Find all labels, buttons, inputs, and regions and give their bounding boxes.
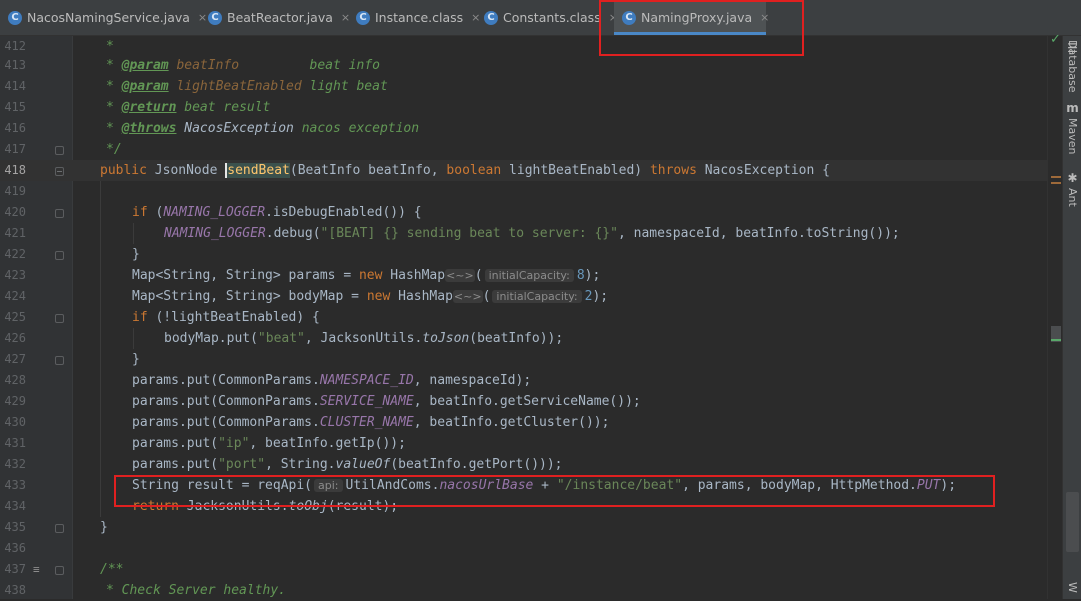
indent-guide (133, 223, 134, 244)
tool-maven[interactable]: Maven (1065, 118, 1079, 154)
fold-marker[interactable] (55, 251, 64, 260)
scroll-position-indicator (1066, 492, 1079, 552)
code-line: */ (106, 142, 122, 157)
editor-scrollbar[interactable] (1047, 36, 1063, 599)
line-number: 412 (4, 39, 26, 53)
indent-guide (100, 181, 101, 517)
line-number: 435 (4, 520, 26, 534)
tab-label: BeatReactor.java (227, 10, 333, 25)
line-number: 421 (4, 226, 26, 240)
inspection-ok-icon[interactable]: ✓ (1050, 32, 1061, 47)
code-line: bodyMap.put("beat", JacksonUtils.toJson(… (164, 331, 564, 346)
editor-tab-bar: C NacosNamingService.java × C BeatReacto… (0, 0, 1081, 36)
code-line: params.put(CommonParams.CLUSTER_NAME, be… (132, 415, 610, 430)
class-icon: C (484, 10, 498, 25)
line-number: 418 (4, 163, 26, 177)
code-line: Map<String, String> params = new HashMap… (132, 268, 601, 283)
code-line: /** (100, 562, 124, 577)
line-number: 419 (4, 184, 26, 198)
code-line: params.put(CommonParams.SERVICE_NAME, be… (132, 394, 641, 409)
line-number: 429 (4, 394, 26, 408)
tool-extra[interactable]: W (1065, 582, 1079, 593)
line-number: 422 (4, 247, 26, 261)
code-line-current: public JsonNode sendBeat(BeatInfo beatIn… (100, 163, 830, 178)
line-number: 427 (4, 352, 26, 366)
maven-icon: m (1066, 101, 1079, 115)
line-number: 425 (4, 310, 26, 324)
tab-instance-class[interactable]: C Instance.class × (348, 0, 480, 35)
line-number: 426 (4, 331, 26, 345)
line-number: 420 (4, 205, 26, 219)
code-line: * @param beatInfo beat info (106, 58, 380, 73)
tab-label: NacosNamingService.java (27, 10, 190, 25)
ant-icon: ✱ (1067, 171, 1078, 185)
line-number: 413 (4, 58, 26, 72)
line-number: 433 (4, 478, 26, 492)
tab-nacos-naming-service[interactable]: C NacosNamingService.java × (0, 0, 207, 35)
tab-constants-class[interactable]: C Constants.class × (476, 0, 618, 35)
code-line: params.put("port", String.valueOf(beatIn… (132, 457, 563, 472)
class-icon: C (356, 10, 370, 25)
fold-marker[interactable] (55, 146, 64, 155)
class-icon: C (208, 10, 222, 25)
gutter-separator (72, 36, 73, 599)
tab-beat-reactor[interactable]: C BeatReactor.java × (200, 0, 350, 35)
line-number: 438 (4, 583, 26, 597)
indent-guide (133, 328, 134, 349)
line-number: 416 (4, 121, 26, 135)
tool-ant[interactable]: Ant (1065, 188, 1079, 207)
line-number: 432 (4, 457, 26, 471)
code-line: * (106, 39, 114, 54)
code-line: * @param lightBeatEnabled light beat (106, 79, 388, 94)
fold-marker[interactable] (55, 356, 64, 365)
code-line: * @return beat result (106, 100, 271, 115)
fold-marker[interactable] (55, 209, 64, 218)
code-highlight-box (114, 475, 995, 507)
parameter-hint: initialCapacity: (492, 290, 582, 303)
code-line: if (!lightBeatEnabled) { (132, 310, 320, 325)
line-number: 414 (4, 79, 26, 93)
line-number: 430 (4, 415, 26, 429)
fold-marker[interactable] (55, 524, 64, 533)
line-number: 431 (4, 436, 26, 450)
class-icon: C (8, 10, 22, 25)
error-stripe-marker[interactable] (1051, 176, 1061, 178)
line-number: 437 (4, 562, 26, 576)
line-number: 423 (4, 268, 26, 282)
fold-marker[interactable] (55, 566, 64, 575)
code-line: Map<String, String> bodyMap = new HashMa… (132, 289, 609, 304)
code-line: NAMING_LOGGER.debug("[BEAT] {} sending b… (164, 226, 900, 241)
tool-database[interactable]: Database (1065, 40, 1079, 93)
line-number: 428 (4, 373, 26, 387)
tab-highlight-box (599, 0, 804, 56)
line-number: 424 (4, 289, 26, 303)
fold-marker[interactable] (55, 314, 64, 323)
tab-label: Constants.class (503, 10, 601, 25)
line-number: 436 (4, 541, 26, 555)
parameter-hint: initialCapacity: (484, 269, 574, 282)
doc-comment-icon: ≡ (33, 563, 40, 576)
line-number: 434 (4, 499, 26, 513)
line-number: 415 (4, 100, 26, 114)
code-line: * @throws NacosException nacos exception (106, 121, 420, 136)
fold-marker[interactable] (55, 167, 64, 176)
code-line: } (132, 247, 140, 262)
method-name[interactable]: sendBeat (225, 163, 290, 178)
change-marker[interactable] (1051, 339, 1061, 341)
code-line: if (NAMING_LOGGER.isDebugEnabled()) { (132, 205, 422, 220)
code-line: params.put(CommonParams.NAMESPACE_ID, na… (132, 373, 532, 388)
code-line: * Check Server healthy. (106, 583, 287, 598)
code-line: } (132, 352, 140, 367)
right-tool-window-bar: ☰ Database m Maven ✱ Ant W (1062, 36, 1081, 599)
tab-label: Instance.class (375, 10, 464, 25)
code-line: params.put("ip", beatInfo.getIp()); (132, 436, 406, 451)
code-line: } (100, 520, 108, 535)
line-number: 417 (4, 142, 26, 156)
error-stripe-marker[interactable] (1051, 182, 1061, 184)
